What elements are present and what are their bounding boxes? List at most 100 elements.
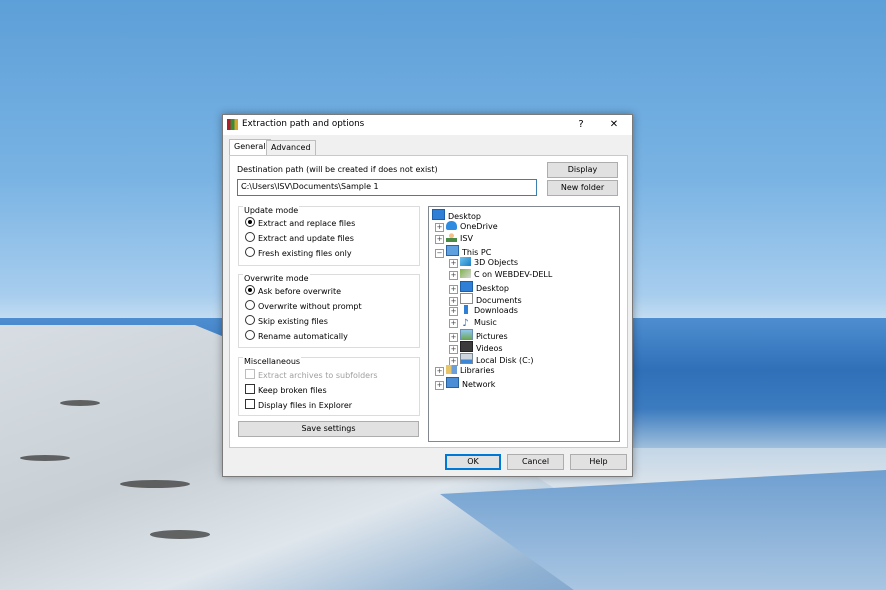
checkbox-label: Keep broken files — [258, 386, 327, 395]
tree-item-label: Desktop — [448, 212, 481, 221]
tree-item-videos[interactable]: + Videos — [449, 341, 503, 354]
radio-label: Ask before overwrite — [258, 287, 342, 296]
downloads-icon — [460, 305, 471, 314]
radio-selected-icon[interactable] — [245, 217, 255, 227]
desktop-icon — [460, 281, 473, 292]
tree-item-label: Videos — [476, 344, 503, 353]
overwrite-mode-title: Overwrite mode — [243, 274, 310, 283]
background-seaweed — [120, 480, 190, 488]
radio-icon[interactable] — [245, 315, 255, 325]
radio-extract-update[interactable]: Extract and update files — [245, 232, 354, 245]
radio-overwrite-without-prompt[interactable]: Overwrite without prompt — [245, 300, 362, 313]
destination-path-label: Destination path (will be created if doe… — [237, 165, 438, 174]
tree-item-label: Pictures — [476, 332, 508, 341]
tree-item-pc-desktop[interactable]: + Desktop — [449, 281, 509, 294]
destination-path-combobox[interactable]: C:\Users\ISV\Documents\Sample 1 ⌵ — [237, 179, 537, 196]
update-mode-title: Update mode — [243, 206, 300, 215]
tree-item-label: This PC — [462, 248, 492, 257]
save-settings-button[interactable]: Save settings — [238, 421, 419, 437]
background-seaweed — [60, 400, 100, 406]
new-folder-button[interactable]: New folder — [547, 180, 618, 196]
3d-objects-icon — [460, 257, 471, 266]
tree-item-libraries[interactable]: + Libraries — [435, 365, 495, 377]
ok-button[interactable]: OK — [445, 454, 501, 470]
tree-item-pictures[interactable]: + Pictures — [449, 329, 508, 342]
checkbox-icon[interactable] — [245, 399, 255, 409]
expand-icon[interactable]: + — [435, 367, 444, 376]
radio-icon[interactable] — [245, 300, 255, 310]
radio-label: Extract and update files — [258, 234, 354, 243]
tab-advanced[interactable]: Advanced — [266, 140, 316, 155]
radio-rename-automatically[interactable]: Rename automatically — [245, 330, 348, 343]
expand-icon[interactable]: + — [449, 307, 458, 316]
tree-item-isv[interactable]: + ISV — [435, 233, 473, 245]
radio-label: Extract and replace files — [258, 219, 356, 228]
cancel-button[interactable]: Cancel — [507, 454, 564, 470]
radio-ask-before-overwrite[interactable]: Ask before overwrite — [245, 285, 341, 298]
tree-item-music[interactable]: + ♪ Music — [449, 317, 497, 329]
radio-extract-replace[interactable]: Extract and replace files — [245, 217, 355, 230]
radio-selected-icon[interactable] — [245, 285, 255, 295]
radio-icon[interactable] — [245, 247, 255, 257]
expand-icon[interactable]: + — [435, 223, 444, 232]
radio-label: Fresh existing files only — [258, 249, 352, 258]
background-seaweed — [20, 455, 70, 461]
radio-icon[interactable] — [245, 232, 255, 242]
tree-item-local-disk[interactable]: + Local Disk (C:) — [449, 353, 534, 366]
expand-icon[interactable]: + — [449, 271, 458, 280]
expand-icon[interactable]: + — [435, 235, 444, 244]
checkbox-extract-to-subfolders[interactable]: Extract archives to subfolders — [245, 369, 378, 382]
dialog-title: Extraction path and options — [242, 119, 365, 129]
help-title-button[interactable]: ? — [571, 117, 591, 133]
winrar-app-icon — [227, 119, 238, 130]
display-button[interactable]: Display — [547, 162, 618, 178]
tree-item-network-drive[interactable]: + C on WEBDEV-DELL — [449, 269, 552, 281]
local-disk-icon — [460, 353, 473, 364]
radio-icon[interactable] — [245, 330, 255, 340]
checkbox-display-in-explorer[interactable]: Display files in Explorer — [245, 399, 352, 412]
tree-item-3d-objects[interactable]: +3D Objects — [449, 257, 518, 269]
tree-item-label: C on WEBDEV-DELL — [474, 270, 553, 279]
close-button[interactable]: ✕ — [604, 117, 624, 133]
radio-fresh-existing[interactable]: Fresh existing files only — [245, 247, 352, 260]
tree-item-this-pc[interactable]: − This PC — [435, 245, 492, 258]
tree-item-downloads[interactable]: + Downloads — [449, 305, 518, 317]
music-icon: ♪ — [462, 318, 469, 329]
tree-item-desktop[interactable]: Desktop — [432, 209, 481, 221]
tree-item-label: ISV — [460, 234, 473, 243]
tree-item-label: Network — [462, 380, 496, 389]
checkbox-keep-broken-files[interactable]: Keep broken files — [245, 384, 327, 397]
radio-label: Overwrite without prompt — [258, 302, 362, 311]
user-folder-icon — [446, 233, 457, 242]
expand-icon[interactable]: + — [435, 381, 444, 390]
tree-item-label: Music — [474, 318, 497, 327]
expand-icon[interactable]: + — [449, 319, 458, 328]
radio-skip-existing[interactable]: Skip existing files — [245, 315, 328, 328]
pictures-icon — [460, 329, 473, 340]
general-panel: Destination path (will be created if doe… — [229, 155, 628, 448]
tree-item-label: Documents — [476, 296, 522, 305]
this-pc-icon — [446, 245, 459, 256]
tree-item-label: 3D Objects — [474, 258, 519, 267]
network-icon — [446, 377, 459, 388]
folder-tree[interactable]: Desktop + OneDrive + ISV − This PC +3D Obje… — [428, 206, 620, 442]
expand-icon[interactable]: + — [449, 259, 458, 268]
chevron-down-icon[interactable]: ⌵ — [241, 182, 533, 192]
libraries-icon — [446, 365, 457, 374]
checkbox-icon[interactable] — [245, 369, 255, 379]
checkbox-label: Display files in Explorer — [258, 401, 353, 410]
tree-item-label: Desktop — [476, 284, 509, 293]
videos-icon — [460, 341, 473, 352]
documents-icon — [460, 293, 473, 304]
checkbox-icon[interactable] — [245, 384, 255, 394]
tab-general[interactable]: General — [229, 139, 271, 156]
help-button[interactable]: Help — [570, 454, 627, 470]
tree-item-network[interactable]: + Network — [435, 377, 496, 390]
tree-item-documents[interactable]: + Documents — [449, 293, 522, 306]
background-seaweed — [150, 530, 210, 539]
tree-item-label: Downloads — [474, 306, 518, 315]
network-drive-icon — [460, 269, 471, 278]
collapse-icon[interactable]: − — [435, 249, 444, 258]
tree-item-onedrive[interactable]: + OneDrive — [435, 221, 498, 233]
overwrite-mode-group: Overwrite mode Ask before overwrite Over… — [238, 274, 420, 348]
